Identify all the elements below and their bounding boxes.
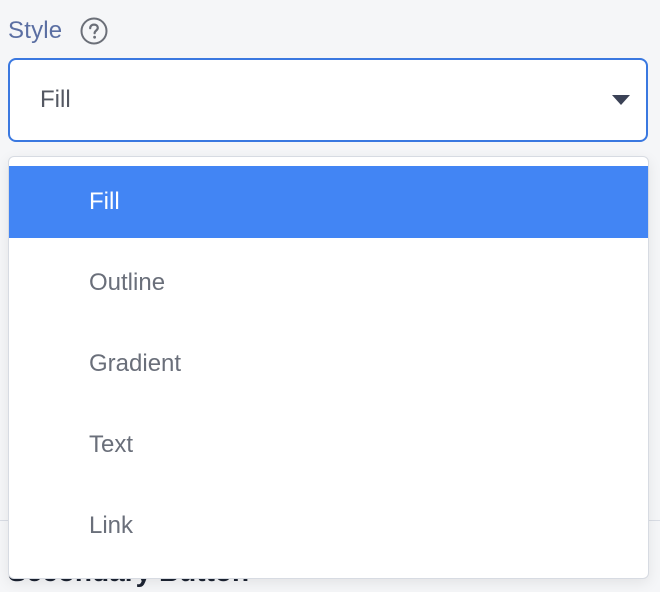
- question-circle-icon[interactable]: [80, 17, 108, 45]
- style-option[interactable]: Link: [9, 490, 648, 562]
- style-dropdown-menu: Fill Outline Gradient Text Link: [8, 156, 649, 579]
- style-field-panel: Style Fill Secondary Button Fill Outline…: [0, 0, 660, 592]
- style-option[interactable]: Text: [9, 409, 648, 481]
- caret-down-icon: [612, 95, 630, 105]
- style-option-list: Fill Outline Gradient Text Link: [9, 157, 648, 562]
- style-option-selected[interactable]: Fill: [9, 166, 648, 238]
- style-option[interactable]: Outline: [9, 247, 648, 319]
- style-select[interactable]: Fill: [8, 58, 648, 142]
- style-option[interactable]: Gradient: [9, 328, 648, 400]
- style-select-value: Fill: [40, 86, 71, 113]
- style-field-label: Style: [8, 17, 63, 44]
- field-label-row: Style: [8, 12, 108, 50]
